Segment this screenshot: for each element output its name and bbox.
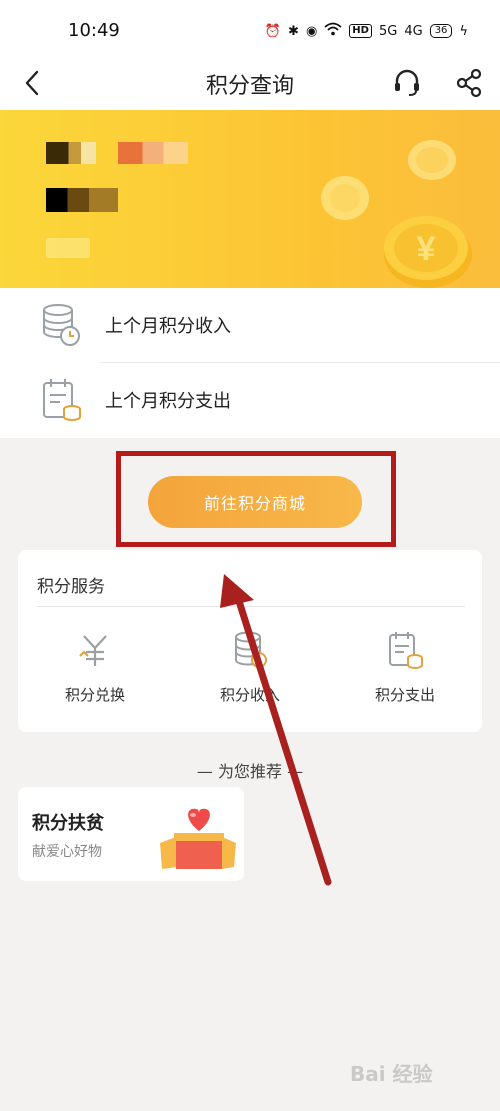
list-item-label: 上个月积分收入 (105, 316, 231, 337)
list-item-income[interactable]: 上个月积分收入 (0, 288, 500, 363)
gift-heart-icon (160, 808, 236, 869)
hd-badge: HD (349, 24, 372, 38)
service-label: 积分兑换 (64, 686, 125, 704)
signal-5g-icon: 5G (378, 23, 398, 39)
service-expense[interactable]: 积分支出 (340, 630, 470, 710)
divider (37, 606, 465, 607)
battery-icon: 36 (429, 24, 453, 38)
headset-icon (395, 69, 419, 96)
exchange-icon (79, 635, 107, 666)
calendar-coin-icon (389, 632, 423, 669)
customer-service-button[interactable] (392, 67, 422, 99)
monthly-points-list: 上个月积分收入 上个月积分支出 (0, 288, 500, 438)
wifi-icon (324, 22, 342, 40)
svg-text:¥: ¥ (417, 230, 436, 268)
status-icons: ⏰ ✱ ◉ HD 5G 4G 36 ϟ (265, 22, 468, 40)
status-bar: 10:49 ⏰ ✱ ◉ HD 5G 4G 36 ϟ (0, 0, 500, 58)
service-title: 积分服务 (37, 577, 105, 597)
service-label: 积分支出 (374, 686, 435, 704)
page-title: 积分查询 (205, 74, 294, 99)
charging-icon: ϟ (459, 23, 468, 39)
watermark: Bai 经验 (350, 1058, 433, 1087)
service-exchange[interactable]: 积分兑换 (30, 630, 160, 710)
watermark-text: Bai 经验 (350, 1062, 433, 1086)
status-time: 10:49 (68, 20, 120, 41)
nav-bar: 积分查询 (0, 58, 500, 110)
promo-title: 积分扶贫 (32, 813, 104, 834)
blurred-name-2 (118, 142, 188, 164)
promo-card[interactable]: 积分扶贫 献爱心好物 (18, 787, 244, 881)
blurred-name (46, 142, 96, 164)
coins-illustration: ¥ (321, 140, 472, 288)
points-banner: ¥ (0, 110, 500, 288)
promo-subtitle: 献爱心好物 (32, 844, 102, 860)
share-button[interactable] (454, 67, 484, 99)
blurred-points (46, 188, 118, 212)
blurred-subtext (46, 238, 90, 258)
coin-stack-icon (235, 631, 267, 668)
bluetooth-icon: ✱ (288, 23, 299, 39)
location-icon: ◉ (305, 23, 318, 39)
list-item-expense[interactable]: 上个月积分支出 (0, 363, 500, 438)
calendar-coin-icon (43, 379, 81, 421)
recommend-heading: — 为您推荐 — (196, 762, 304, 781)
service-label: 积分收入 (219, 686, 280, 704)
points-mall-button[interactable]: 前往积分商城 (148, 476, 362, 528)
list-item-label: 上个月积分支出 (105, 391, 231, 412)
coin-stack-clock-icon (43, 304, 80, 346)
alarm-icon: ⏰ (264, 23, 282, 39)
share-icon (456, 68, 482, 98)
service-income[interactable]: 积分收入 (185, 630, 315, 710)
signal-4g-icon: 4G (404, 23, 423, 39)
points-service-card: 积分服务 积分兑换 积分收入 积分支出 (18, 550, 482, 732)
